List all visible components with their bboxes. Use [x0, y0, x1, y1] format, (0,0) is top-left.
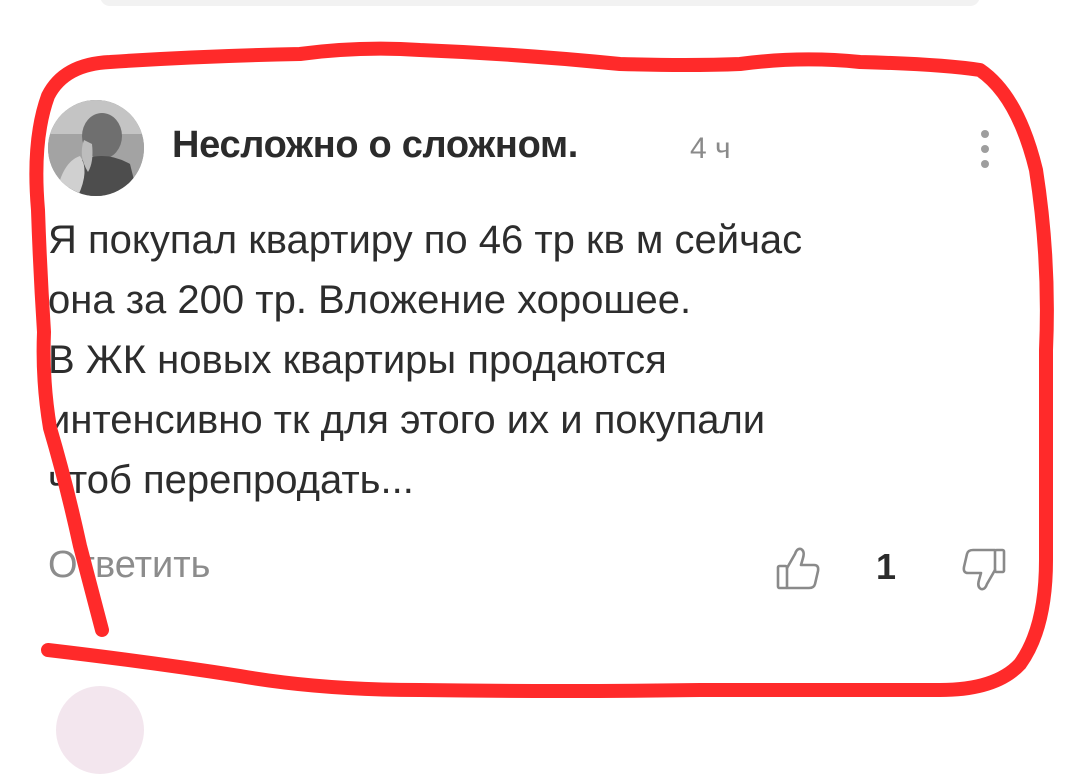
dislike-button[interactable] [958, 544, 1010, 596]
comment-line: В ЖК новых квартиры продаются [48, 338, 667, 382]
more-vertical-icon[interactable] [970, 126, 1000, 172]
comment-line: она за 200 тр. Вложение хорошее. [48, 278, 692, 322]
likes-count: 1 [876, 546, 897, 587]
author-name[interactable]: Несложно о сложном. [172, 124, 578, 167]
next-comment-avatar [56, 686, 144, 774]
comment-line: интенсивно тк для этого их и покупали [48, 398, 766, 442]
thumbs-up-icon [776, 547, 820, 590]
thumbs-down-icon [962, 548, 1006, 591]
comment-line: Я покупал квартиру по 46 тр кв м сейчас [48, 218, 803, 262]
comment-text: Я покупал квартиру по 46 тр кв м сейчас … [48, 210, 802, 510]
comment-line: чтоб перепродать... [48, 458, 414, 502]
comment-card: Несложно о сложном. 4 ч Я покупал кварти… [0, 0, 1072, 706]
author-avatar[interactable] [48, 100, 144, 196]
avatar-photo [48, 100, 144, 196]
like-button[interactable] [772, 542, 824, 594]
reply-button[interactable]: Ответить [48, 544, 210, 587]
comment-time: 4 ч [690, 132, 731, 165]
